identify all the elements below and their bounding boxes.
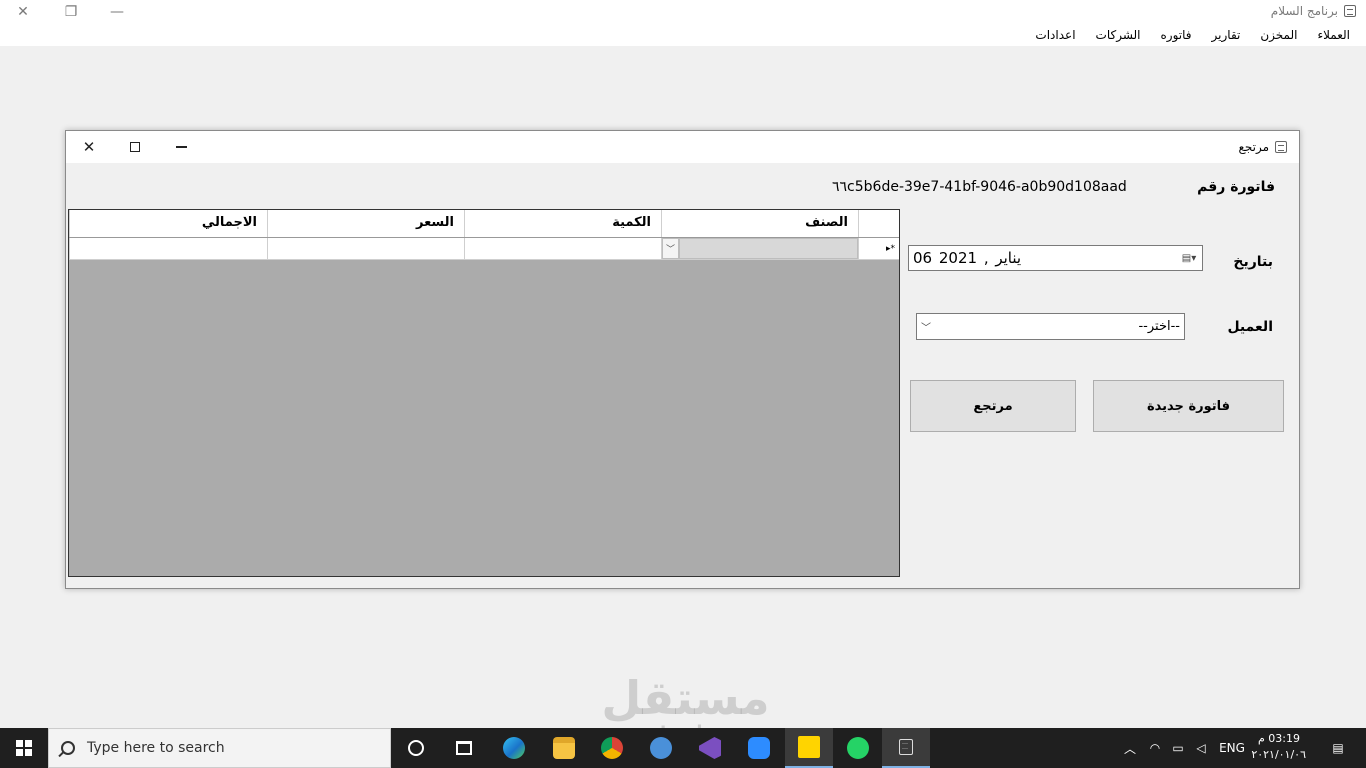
file-explorer-icon[interactable] xyxy=(540,728,588,768)
menu-bar: العملاء المخزن تقارير فاتوره الشركات اعد… xyxy=(0,24,1366,46)
date-label: بتاريخ xyxy=(1233,254,1273,270)
language-indicator[interactable]: ENG xyxy=(1214,728,1250,768)
window-icon xyxy=(1275,141,1287,153)
column-header-total[interactable]: الاجمالي xyxy=(69,210,267,237)
clock-date: ٢٠٢١/٠١/٠٦ xyxy=(1251,748,1306,761)
return-window: مرتجع ✕ فاتورة رقم ٦٦c5b6de-39e7-41bf-90… xyxy=(65,130,1300,589)
invoice-items-grid[interactable]: الصنف الكمية السعر الاجمالي ▸* ﹀ xyxy=(68,209,900,577)
item-combo-field[interactable] xyxy=(679,238,858,259)
menu-settings[interactable]: اعدادات xyxy=(1025,24,1085,46)
visual-studio-icon[interactable] xyxy=(686,728,734,768)
clock-time: 03:19 م xyxy=(1257,732,1300,745)
whatsapp-icon[interactable] xyxy=(834,728,882,768)
return-window-title-bar: مرتجع ✕ xyxy=(66,131,1299,163)
edge-icon[interactable] xyxy=(490,728,538,768)
customer-label: العميل xyxy=(1227,319,1273,335)
return-window-title: مرتجع xyxy=(1238,140,1287,154)
column-header-quantity[interactable]: الكمية xyxy=(464,210,661,237)
cell-total[interactable] xyxy=(69,238,267,259)
windows-logo-icon xyxy=(16,740,32,756)
cell-item-combo[interactable]: ﹀ xyxy=(661,238,858,259)
cell-price[interactable] xyxy=(267,238,464,259)
sticky-notes-icon[interactable] xyxy=(785,728,833,768)
menu-invoice[interactable]: فاتوره xyxy=(1151,24,1202,46)
watermark-arabic: مستقل xyxy=(601,671,770,725)
cortana-icon[interactable] xyxy=(392,728,440,768)
menu-reports[interactable]: تقارير xyxy=(1202,24,1251,46)
main-window-title-text: برنامج السلام xyxy=(1270,4,1338,18)
app-icon xyxy=(1344,5,1356,17)
notifications-icon[interactable]: ▤ xyxy=(1318,728,1358,768)
date-value[interactable]: 06 يناير , 2021 xyxy=(909,249,1176,267)
taskbar-clock[interactable]: 03:19 م ٢٠٢١/٠١/٠٦ xyxy=(1251,731,1306,763)
invoice-date-picker[interactable]: 06 يناير , 2021 ▤▾ xyxy=(908,245,1203,271)
customer-select[interactable]: ﹀ --اختر-- xyxy=(916,313,1185,340)
main-minimize-button[interactable]: — xyxy=(94,0,140,24)
menu-inventory[interactable]: المخزن xyxy=(1250,24,1307,46)
main-restore-button[interactable]: ❐ xyxy=(48,0,94,24)
grid-new-row[interactable]: ▸* ﹀ xyxy=(69,238,899,260)
calendar-app-icon[interactable] xyxy=(637,728,685,768)
close-icon: ✕ xyxy=(82,138,96,156)
invoice-number-label: فاتورة رقم xyxy=(1197,179,1275,195)
main-close-button[interactable]: ✕ xyxy=(0,0,46,24)
chevron-up-icon[interactable]: ︿ xyxy=(1118,728,1142,768)
grid-corner-header xyxy=(858,210,899,237)
taskbar: Type here to search ︿ ◠ ▭ ◁ ENG 03:19 م … xyxy=(0,728,1366,768)
chrome-icon[interactable] xyxy=(588,728,636,768)
menu-customers[interactable]: العملاء xyxy=(1307,24,1360,46)
maximize-icon xyxy=(130,142,140,152)
search-placeholder: Type here to search xyxy=(87,740,225,756)
minimize-button[interactable] xyxy=(158,131,204,163)
minimize-icon xyxy=(175,146,187,148)
column-header-item[interactable]: الصنف xyxy=(661,210,858,237)
task-view-icon[interactable] xyxy=(440,728,488,768)
app-taskbar-icon[interactable] xyxy=(882,728,930,768)
maximize-button[interactable] xyxy=(112,131,158,163)
wifi-icon[interactable]: ◠ xyxy=(1144,728,1166,768)
close-button[interactable]: ✕ xyxy=(66,131,112,163)
menu-companies[interactable]: الشركات xyxy=(1086,24,1151,46)
zoom-icon[interactable] xyxy=(735,728,783,768)
chevron-down-icon[interactable]: ﹀ xyxy=(917,319,935,334)
invoice-number-value: ٦٦c5b6de-39e7-41bf-9046-a0b90d108aad xyxy=(832,179,1127,195)
row-header-new[interactable]: ▸* xyxy=(858,238,899,259)
battery-icon[interactable]: ▭ xyxy=(1166,728,1190,768)
column-header-price[interactable]: السعر xyxy=(267,210,464,237)
search-icon xyxy=(61,741,75,755)
volume-icon[interactable]: ◁ xyxy=(1190,728,1212,768)
taskbar-search[interactable]: Type here to search xyxy=(48,728,391,768)
return-window-title-text: مرتجع xyxy=(1238,140,1269,154)
customer-select-value: --اختر-- xyxy=(1138,319,1180,334)
new-invoice-button[interactable]: فاتورة جديدة xyxy=(1093,380,1284,432)
main-title-bar: برنامج السلام ✕ ❐ — xyxy=(0,0,1366,24)
cell-quantity[interactable] xyxy=(464,238,661,259)
start-button[interactable] xyxy=(0,728,48,768)
main-window-title: برنامج السلام xyxy=(1271,4,1356,18)
calendar-icon[interactable]: ▤▾ xyxy=(1176,246,1202,270)
chevron-down-icon[interactable]: ﹀ xyxy=(662,238,679,259)
return-button[interactable]: مرتجع xyxy=(910,380,1076,432)
grid-header: الصنف الكمية السعر الاجمالي xyxy=(69,210,899,238)
app-icon xyxy=(899,739,913,755)
